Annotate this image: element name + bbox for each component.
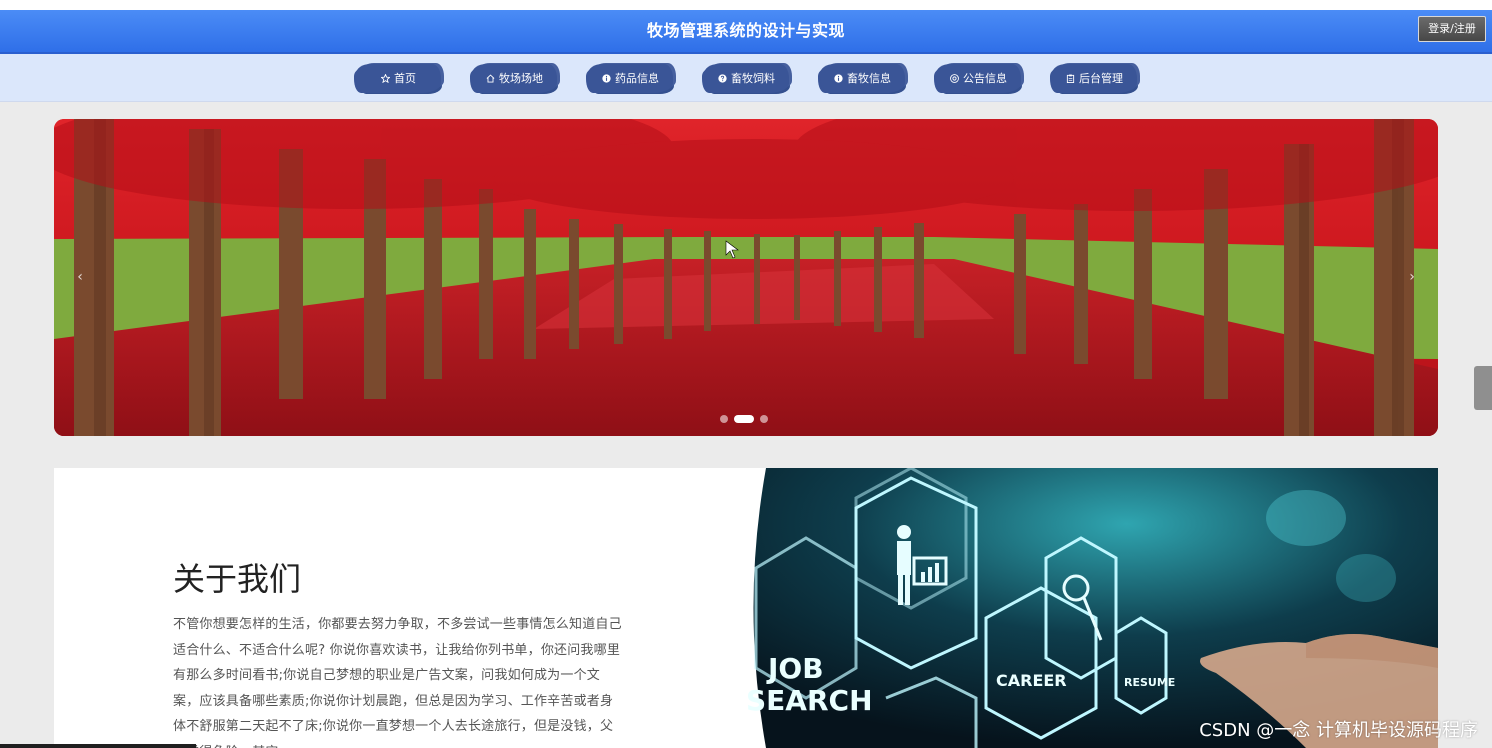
nav-item-admin[interactable]: 后台管理 bbox=[1052, 64, 1137, 92]
career-hexagon-image: JOB SEARCH CAREER RESUME bbox=[746, 468, 1438, 748]
nav-item-home[interactable]: 首页 bbox=[356, 64, 441, 92]
nav-item-label: 畜牧饲料 bbox=[731, 72, 775, 85]
nav-list: 首页 牧场场地 药品信息 畜牧饲料 畜牧信息 公告信息 后台管理 bbox=[356, 64, 1137, 94]
career-word: CAREER bbox=[996, 671, 1067, 690]
settings-circle-icon bbox=[950, 73, 959, 83]
nav-item-feed[interactable]: 畜牧饲料 bbox=[704, 64, 789, 92]
carousel-prev-button[interactable]: ‹ bbox=[72, 267, 88, 287]
nav-item-livestock[interactable]: 畜牧信息 bbox=[820, 64, 905, 92]
carousel-next-button[interactable]: › bbox=[1404, 267, 1420, 287]
home-icon bbox=[486, 73, 495, 83]
clipboard-icon bbox=[1066, 74, 1075, 83]
nav-item-label: 药品信息 bbox=[615, 72, 659, 85]
nav-item-label: 牧场场地 bbox=[499, 72, 543, 85]
about-image: JOB SEARCH CAREER RESUME bbox=[746, 468, 1438, 748]
carousel-slide-image bbox=[54, 119, 1438, 436]
question-circle-icon bbox=[718, 73, 727, 83]
bottom-scrollbar[interactable] bbox=[0, 744, 196, 748]
info-circle-icon bbox=[602, 73, 611, 83]
about-text: 不管你想要怎样的生活，你都要去努力争取，不多尝试一些事情怎么知道自己适合什么、不… bbox=[173, 617, 622, 748]
side-collapse-tab[interactable] bbox=[1474, 366, 1492, 410]
main-nav: 首页 牧场场地 药品信息 畜牧饲料 畜牧信息 公告信息 后台管理 bbox=[0, 54, 1492, 102]
search-word: SEARCH bbox=[746, 684, 873, 717]
csdn-watermark: CSDN @一念 计算机毕设源码程序 bbox=[1199, 720, 1478, 741]
carousel-indicators bbox=[720, 415, 768, 423]
top-strip bbox=[0, 0, 1492, 10]
about-us-section: 关于我们 不管你想要怎样的生活，你都要去努力争取，不多尝试一些事情怎么知道自己适… bbox=[54, 468, 1438, 748]
resume-word: RESUME bbox=[1124, 676, 1175, 689]
nav-item-notice[interactable]: 公告信息 bbox=[936, 64, 1021, 92]
info-circle-icon bbox=[834, 73, 843, 83]
job-word: JOB bbox=[766, 652, 824, 685]
carousel-dot-1[interactable] bbox=[720, 415, 728, 423]
nav-item-label: 后台管理 bbox=[1079, 72, 1123, 85]
nav-item-pasture[interactable]: 牧场场地 bbox=[472, 64, 557, 92]
login-register-button[interactable]: 登录/注册 bbox=[1418, 16, 1486, 42]
banner-carousel[interactable]: ‹ › bbox=[54, 119, 1438, 436]
nav-item-label: 首页 bbox=[394, 72, 416, 85]
nav-item-medicine[interactable]: 药品信息 bbox=[588, 64, 673, 92]
star-icon bbox=[381, 73, 390, 83]
carousel-dot-2[interactable] bbox=[734, 415, 754, 423]
nav-item-label: 畜牧信息 bbox=[847, 72, 891, 85]
nav-item-label: 公告信息 bbox=[963, 72, 1007, 85]
site-header: 牧场管理系统的设计与实现 登录/注册 bbox=[0, 10, 1492, 54]
site-title: 牧场管理系统的设计与实现 bbox=[646, 21, 845, 40]
carousel-dot-3[interactable] bbox=[760, 415, 768, 423]
about-title: 关于我们 bbox=[173, 560, 302, 598]
